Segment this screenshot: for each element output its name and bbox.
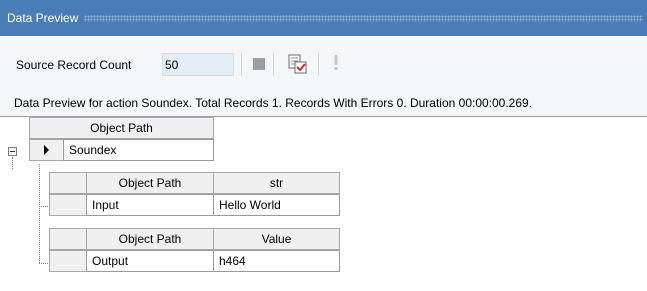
root-object-path-cell[interactable]: Soundex (63, 139, 214, 161)
preview-icon[interactable] (286, 53, 308, 75)
current-row-arrow-icon (44, 145, 49, 155)
tree-line (39, 164, 40, 263)
toolbar: Source Record Count 50 (0, 36, 647, 91)
source-record-count-input[interactable]: 50 (162, 53, 234, 76)
input-object-path-cell[interactable]: Input (86, 194, 214, 216)
toolbar-separator (241, 53, 242, 76)
column-header-str[interactable]: str (213, 172, 340, 194)
column-header-object-path[interactable]: Object Path (29, 117, 214, 139)
row-header[interactable] (49, 194, 87, 216)
header-corner (49, 172, 87, 194)
column-header-value[interactable]: Value (213, 228, 340, 250)
input-value-cell[interactable]: Hello World (213, 194, 340, 216)
column-header-object-path[interactable]: Object Path (86, 228, 214, 250)
column-header-object-path[interactable]: Object Path (86, 172, 214, 194)
output-object-path-cell[interactable]: Output (86, 250, 214, 272)
status-message: Data Preview for action Soundex. Total R… (0, 91, 647, 116)
header-corner (49, 228, 87, 250)
collapse-icon[interactable] (8, 147, 17, 156)
output-value-cell[interactable]: h464 (213, 250, 340, 272)
warning-icon[interactable] (331, 52, 341, 74)
panel-titlebar: Data Preview (0, 0, 647, 36)
toolbar-separator (318, 53, 319, 76)
source-record-count-label: Source Record Count (16, 58, 132, 72)
titlebar-grip[interactable] (84, 14, 643, 22)
panel-title: Data Preview (7, 11, 79, 25)
row-header[interactable] (49, 250, 87, 272)
toolbar-separator (273, 53, 274, 76)
stop-icon[interactable] (253, 58, 265, 70)
tree-line (12, 157, 13, 169)
